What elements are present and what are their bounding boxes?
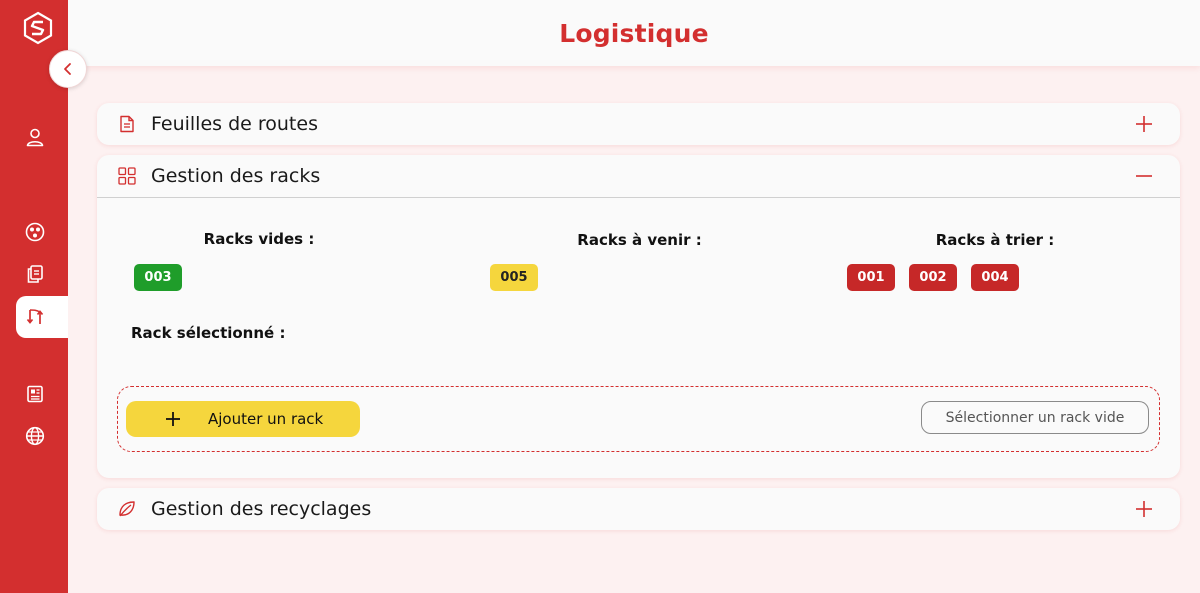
rack-badge-to-sort[interactable]: 001 [847, 264, 895, 291]
selected-rack-label: Rack sélectionné : [131, 324, 286, 342]
group-icon[interactable] [24, 221, 46, 243]
collapse-minus-icon[interactable] [1134, 166, 1154, 186]
panel-recycling: Gestion des recyclages [97, 488, 1180, 530]
empty-racks-label: Racks vides : [203, 230, 315, 248]
rack-actions-box: Ajouter un rack Sélectionner un rack vid… [117, 386, 1160, 452]
panel-routes-title: Feuilles de routes [151, 113, 318, 135]
panel-routes: Feuilles de routes [97, 103, 1180, 145]
panel-racks-title: Gestion des racks [151, 165, 321, 187]
documents-icon[interactable] [24, 263, 46, 285]
rack-badge-to-sort[interactable]: 002 [909, 264, 957, 291]
page-header: Logistique [68, 0, 1200, 66]
sidebar [0, 0, 68, 593]
chevron-left-icon [64, 63, 71, 75]
user-icon[interactable] [24, 126, 46, 148]
plus-icon [166, 412, 180, 426]
collapse-sidebar-button[interactable] [49, 50, 87, 88]
rack-badge-upcoming[interactable]: 005 [490, 264, 538, 291]
newspaper-icon[interactable] [24, 383, 46, 405]
upcoming-racks-label: Racks à venir : [577, 231, 702, 249]
panel-racks-header[interactable]: Gestion des racks [97, 155, 1180, 197]
leaf-icon [117, 499, 137, 519]
panel-recycling-title: Gestion des recyclages [151, 498, 372, 520]
page-title: Logistique [559, 18, 709, 48]
panel-divider [97, 197, 1180, 198]
panel-routes-header[interactable]: Feuilles de routes [97, 103, 1180, 145]
expand-plus-icon[interactable] [1134, 499, 1154, 519]
select-empty-rack-button[interactable]: Sélectionner un rack vide [921, 401, 1149, 434]
globe-icon[interactable] [24, 425, 46, 447]
add-rack-button[interactable]: Ajouter un rack [126, 401, 360, 437]
document-icon [117, 114, 137, 134]
rack-badge-empty[interactable]: 003 [134, 264, 182, 291]
panel-racks: Gestion des racks Racks vides : Racks à … [97, 155, 1180, 478]
grid-icon [117, 166, 137, 186]
transfer-icon[interactable] [24, 306, 46, 328]
add-rack-label: Ajouter un rack [208, 410, 324, 428]
to-sort-racks-label: Racks à trier : [935, 231, 1055, 249]
panel-recycling-header[interactable]: Gestion des recyclages [97, 488, 1180, 530]
rack-badge-to-sort[interactable]: 004 [971, 264, 1019, 291]
logo-icon[interactable] [20, 10, 56, 46]
expand-plus-icon[interactable] [1134, 114, 1154, 134]
